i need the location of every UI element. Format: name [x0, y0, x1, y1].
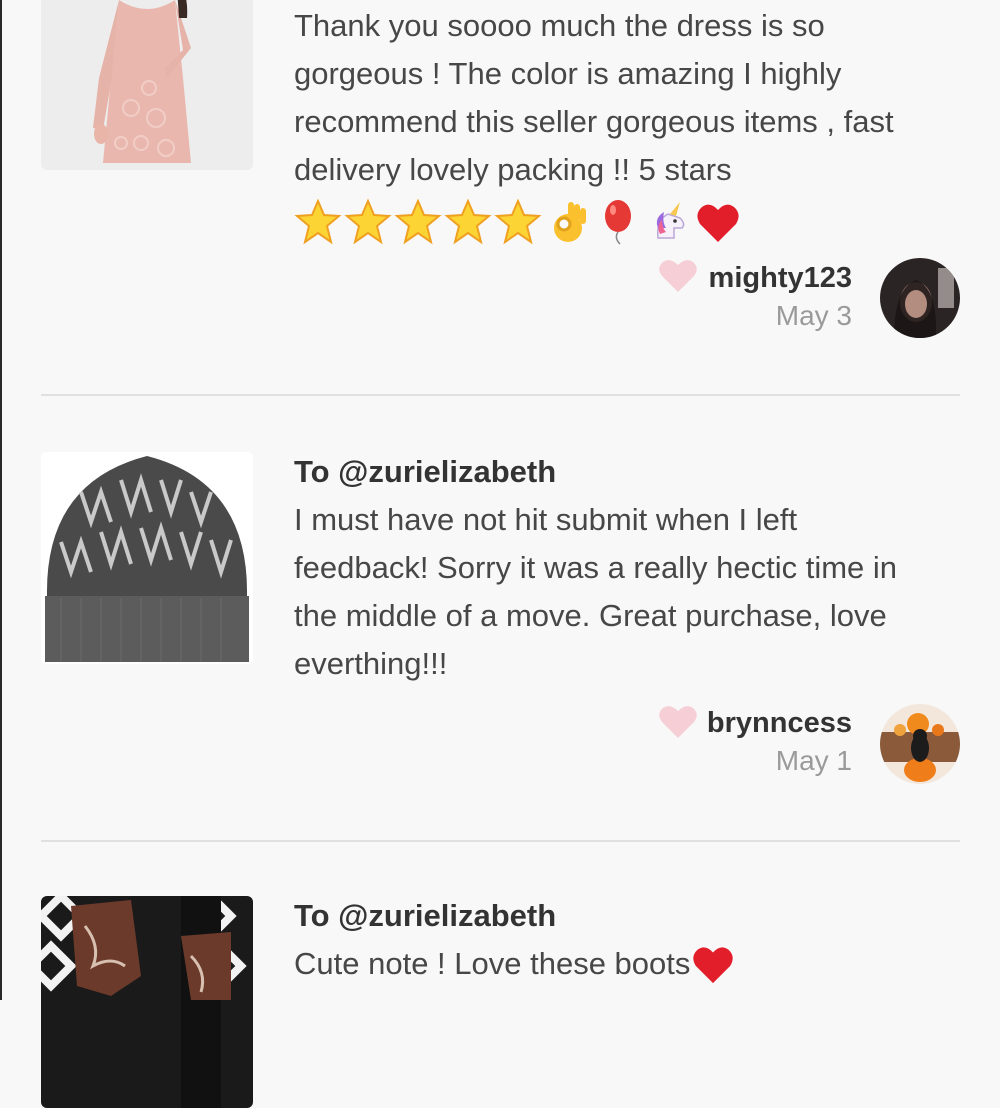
avatar-photo	[880, 258, 960, 338]
like-heart-button[interactable]	[658, 258, 698, 294]
review-date: May 3	[775, 300, 852, 331]
balloon-icon	[605, 200, 631, 245]
star-icon	[344, 198, 392, 245]
boots-image	[41, 896, 253, 1108]
review-text: Thank you soooo much the dress is so gor…	[294, 8, 894, 187]
red-heart-icon	[697, 204, 739, 242]
star-icon	[444, 198, 492, 245]
review-text-content: Cute note ! Love these boots	[294, 946, 691, 981]
star-icon	[494, 198, 542, 245]
star-icon	[294, 198, 342, 245]
unicorn-icon	[656, 202, 685, 239]
reviewer-username[interactable]: mighty123	[709, 260, 852, 296]
listing-thumbnail-beanie[interactable]	[41, 452, 253, 664]
divider	[41, 394, 960, 396]
like-heart-button[interactable]	[658, 704, 698, 740]
review-text: I must have not hit submit when I left f…	[294, 502, 898, 681]
left-edge	[0, 0, 2, 1000]
review-text: Cute note ! Love these boots	[294, 940, 964, 988]
ok-hand-icon	[554, 202, 586, 242]
listing-thumbnail-dress[interactable]	[41, 0, 253, 170]
listing-thumbnail-boots[interactable]	[41, 896, 253, 1108]
reviewer-username[interactable]: brynncess	[707, 705, 852, 741]
beanie-image	[41, 452, 253, 664]
dress-image	[41, 0, 253, 170]
review-date: May 1	[775, 745, 852, 776]
avatar-photo	[880, 704, 960, 784]
divider	[41, 840, 960, 842]
reviewer-avatar[interactable]	[880, 258, 960, 338]
star-icon	[394, 198, 442, 245]
review-recipient[interactable]: To @zurielizabeth	[294, 892, 964, 940]
emoji-row	[294, 196, 964, 248]
red-heart-icon	[693, 947, 734, 984]
reviewer-avatar[interactable]	[880, 704, 960, 784]
review-recipient[interactable]: To @zurielizabeth	[294, 448, 964, 496]
